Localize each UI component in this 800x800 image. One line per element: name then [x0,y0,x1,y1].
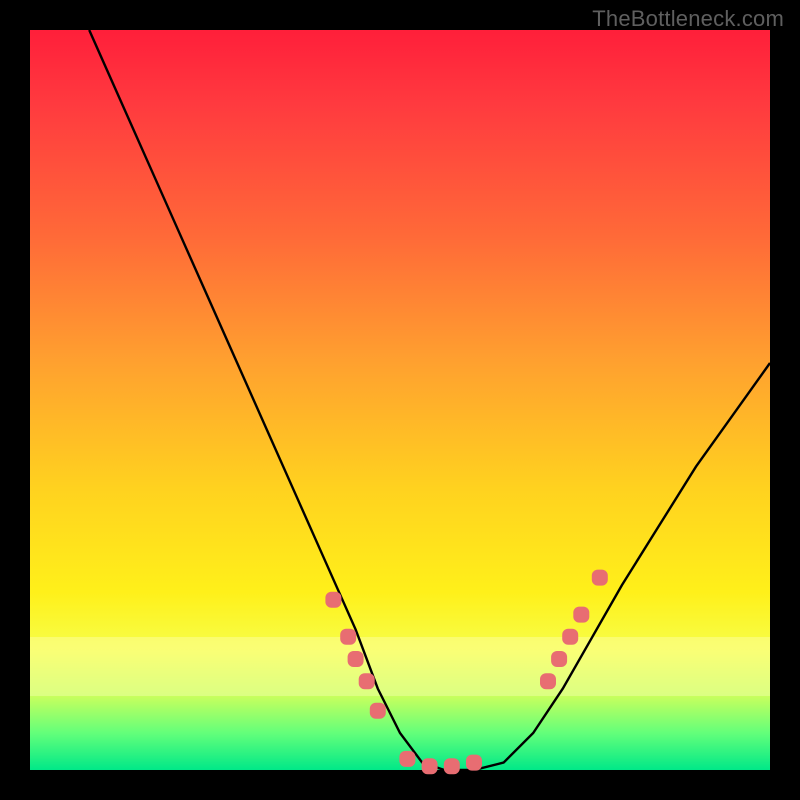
curve-marker [348,651,364,667]
outer-frame: TheBottleneck.com [0,0,800,800]
bottleneck-curve-path [89,30,770,770]
curve-marker [370,703,386,719]
curve-marker [551,651,567,667]
curve-marker [562,629,578,645]
curve-marker [325,592,341,608]
curve-marker [422,758,438,774]
attribution-text: TheBottleneck.com [592,6,784,32]
curve-layer [30,30,770,770]
curve-marker [359,673,375,689]
curve-marker [444,758,460,774]
curve-marker [540,673,556,689]
plot-area [30,30,770,770]
curve-marker [466,755,482,771]
curve-marker [592,570,608,586]
marker-group [325,570,607,775]
curve-marker [340,629,356,645]
curve-marker [399,751,415,767]
curve-marker [573,607,589,623]
